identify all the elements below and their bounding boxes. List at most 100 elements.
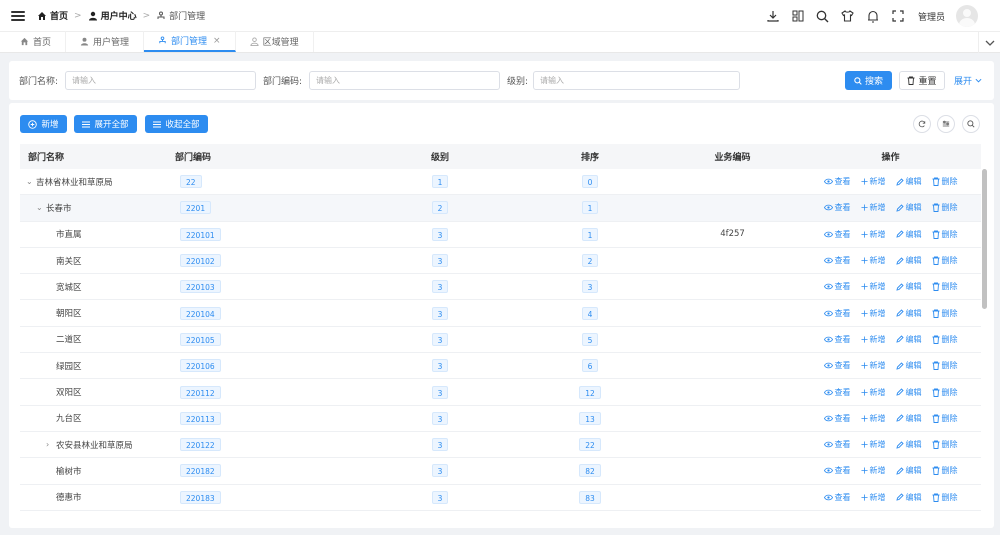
table-row[interactable]: 二道区 220105 3 5 查看 新增 编辑 删除 — [20, 327, 981, 354]
menu-toggle-icon[interactable] — [11, 10, 25, 21]
edit-button[interactable]: 编辑 — [895, 492, 922, 503]
table-row[interactable]: 南关区 220102 3 2 查看 新增 编辑 删除 — [20, 248, 981, 275]
add-child-button[interactable]: 新增 — [860, 360, 886, 371]
search-toggle-icon[interactable] — [962, 115, 980, 133]
breadcrumb: 首页 > 用户中心 > 部门管理 — [37, 9, 205, 22]
delete-button[interactable]: 删除 — [932, 255, 958, 266]
edit-button[interactable]: 编辑 — [895, 413, 922, 424]
delete-button[interactable]: 删除 — [932, 413, 958, 424]
table-row[interactable]: 德惠市 220183 3 83 查看 新增 编辑 删除 — [20, 485, 981, 511]
add-child-button[interactable]: 新增 — [860, 202, 886, 213]
view-button[interactable]: 查看 — [823, 334, 851, 345]
edit-button[interactable]: 编辑 — [895, 334, 922, 345]
edit-button[interactable]: 编辑 — [895, 229, 922, 240]
search-button[interactable]: 搜索 — [845, 71, 892, 90]
edit-button[interactable]: 编辑 — [895, 439, 922, 450]
view-button[interactable]: 查看 — [823, 413, 851, 424]
tab-dept-management[interactable]: 部门管理 × — [144, 31, 236, 52]
tab-home[interactable]: 首页 — [0, 31, 67, 52]
view-button[interactable]: 查看 — [823, 255, 851, 266]
layout-icon[interactable] — [791, 9, 805, 23]
add-child-button[interactable]: 新增 — [860, 176, 886, 187]
chevron-down-icon[interactable] — [978, 32, 1000, 53]
column-settings-icon[interactable] — [937, 115, 955, 133]
delete-button[interactable]: 删除 — [932, 465, 958, 476]
add-child-button[interactable]: 新增 — [860, 413, 886, 424]
edit-button[interactable]: 编辑 — [895, 176, 922, 187]
delete-button[interactable]: 删除 — [932, 176, 958, 187]
table-row[interactable]: › 农安县林业和草原局 220122 3 22 查看 新增 编辑 删除 — [20, 432, 981, 459]
table-row[interactable]: 市直属 220101 3 1 4f257 查看 新增 编辑 删除 — [20, 222, 981, 248]
table-row[interactable]: 朝阳区 220104 3 4 查看 新增 编辑 删除 — [20, 300, 981, 327]
view-button[interactable]: 查看 — [823, 229, 851, 240]
reset-button[interactable]: 重置 — [899, 71, 945, 90]
edit-button[interactable]: 编辑 — [895, 255, 922, 266]
tab-region-management[interactable]: 区域管理 — [236, 31, 314, 52]
download-icon[interactable] — [766, 9, 780, 23]
table-row[interactable]: 绿园区 220106 3 6 查看 新增 编辑 删除 — [20, 353, 981, 380]
edit-button[interactable]: 编辑 — [895, 387, 922, 398]
delete-button[interactable]: 删除 — [932, 281, 958, 292]
table-row[interactable]: 宽城区 220103 3 3 查看 新增 编辑 删除 — [20, 274, 981, 301]
add-child-button[interactable]: 新增 — [860, 255, 886, 266]
delete-button[interactable]: 删除 — [932, 492, 958, 503]
delete-button[interactable]: 删除 — [932, 202, 958, 213]
dept-name-input[interactable] — [65, 71, 256, 90]
add-child-button[interactable]: 新增 — [860, 465, 886, 476]
delete-button[interactable]: 删除 — [932, 439, 958, 450]
collapse-all-button[interactable]: 收起全部 — [145, 115, 208, 133]
view-button[interactable]: 查看 — [823, 439, 851, 450]
table-row[interactable]: ⌄ 吉林省林业和草原局 22 1 0 查看 新增 编辑 删除 — [20, 169, 981, 196]
edit-button[interactable]: 编辑 — [895, 308, 922, 319]
view-button[interactable]: 查看 — [823, 281, 851, 292]
expand-all-button[interactable]: 展开全部 — [74, 115, 137, 133]
add-child-button[interactable]: 新增 — [860, 308, 886, 319]
add-child-button[interactable]: 新增 — [860, 387, 886, 398]
table-row[interactable]: 双阳区 220112 3 12 查看 新增 编辑 删除 — [20, 379, 981, 406]
search-icon[interactable] — [816, 9, 830, 23]
username[interactable]: 管理员 — [918, 10, 945, 23]
tab-user-management[interactable]: 用户管理 — [66, 31, 145, 52]
avatar[interactable] — [956, 5, 978, 27]
delete-button[interactable]: 删除 — [932, 229, 958, 240]
table-row[interactable] — [20, 511, 981, 528]
edit-button[interactable]: 编辑 — [895, 360, 922, 371]
expand-toggle[interactable]: 展开 — [951, 71, 985, 90]
edit-button[interactable]: 编辑 — [895, 202, 922, 213]
refresh-icon[interactable] — [913, 115, 931, 133]
add-child-button[interactable]: 新增 — [860, 492, 886, 503]
view-button[interactable]: 查看 — [823, 202, 851, 213]
add-child-button[interactable]: 新增 — [860, 229, 886, 240]
edit-button[interactable]: 编辑 — [895, 465, 922, 476]
view-button[interactable]: 查看 — [823, 465, 851, 476]
view-button[interactable]: 查看 — [823, 492, 851, 503]
delete-button[interactable]: 删除 — [932, 308, 958, 319]
breadcrumb-home[interactable]: 首页 — [37, 9, 68, 22]
add-child-button[interactable]: 新增 — [860, 334, 886, 345]
vertical-scrollbar[interactable] — [982, 169, 987, 309]
delete-button[interactable]: 删除 — [932, 360, 958, 371]
delete-button[interactable]: 删除 — [932, 387, 958, 398]
add-button[interactable]: 新增 — [20, 115, 67, 133]
chevron-right-icon[interactable]: › — [46, 440, 56, 449]
theme-shirt-icon[interactable] — [841, 9, 855, 23]
add-child-button[interactable]: 新增 — [860, 281, 886, 292]
fullscreen-icon[interactable] — [891, 9, 905, 23]
close-icon[interactable]: × — [213, 36, 221, 46]
table-row[interactable]: 九台区 220113 3 13 查看 新增 编辑 删除 — [20, 406, 981, 432]
breadcrumb-user-center[interactable]: 用户中心 — [88, 9, 137, 22]
chevron-down-icon[interactable]: ⌄ — [26, 177, 36, 186]
edit-button[interactable]: 编辑 — [895, 281, 922, 292]
view-button[interactable]: 查看 — [823, 308, 851, 319]
dept-code-input[interactable] — [309, 71, 500, 90]
level-input[interactable] — [533, 71, 740, 90]
table-row[interactable]: ⌄ 长春市 2201 2 1 查看 新增 编辑 删除 — [20, 195, 981, 222]
add-child-button[interactable]: 新增 — [860, 439, 886, 450]
bell-icon[interactable] — [866, 9, 880, 23]
view-button[interactable]: 查看 — [823, 387, 851, 398]
chevron-down-icon[interactable]: ⌄ — [36, 203, 46, 212]
view-button[interactable]: 查看 — [823, 360, 851, 371]
table-row[interactable]: 榆树市 220182 3 82 查看 新增 编辑 删除 — [20, 458, 981, 485]
delete-button[interactable]: 删除 — [932, 334, 958, 345]
view-button[interactable]: 查看 — [823, 176, 851, 187]
